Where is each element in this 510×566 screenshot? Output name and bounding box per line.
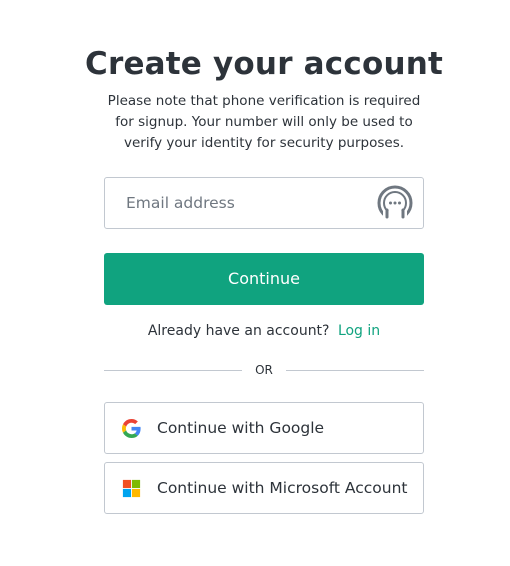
- divider-right: [286, 370, 424, 371]
- continue-button[interactable]: Continue: [104, 253, 424, 305]
- email-field-container: [104, 177, 424, 229]
- password-manager-icon[interactable]: [377, 185, 413, 221]
- page-title: Create your account: [85, 46, 443, 82]
- verification-notice: Please note that phone verification is r…: [107, 93, 421, 151]
- google-login-label: Continue with Google: [157, 419, 325, 437]
- divider-or: OR: [255, 363, 273, 377]
- microsoft-login-button[interactable]: Continue with Microsoft Account: [104, 462, 424, 514]
- google-login-button[interactable]: Continue with Google: [104, 402, 424, 454]
- login-row: Already have an account? Log in: [0, 321, 510, 341]
- login-link[interactable]: Log in: [338, 323, 380, 339]
- google-icon: [122, 419, 141, 438]
- login-prompt: Already have an account?: [147, 323, 330, 339]
- email-field[interactable]: [105, 178, 376, 228]
- divider-left: [104, 370, 242, 371]
- microsoft-icon: [122, 479, 141, 498]
- microsoft-login-label: Continue with Microsoft Account: [157, 479, 408, 497]
